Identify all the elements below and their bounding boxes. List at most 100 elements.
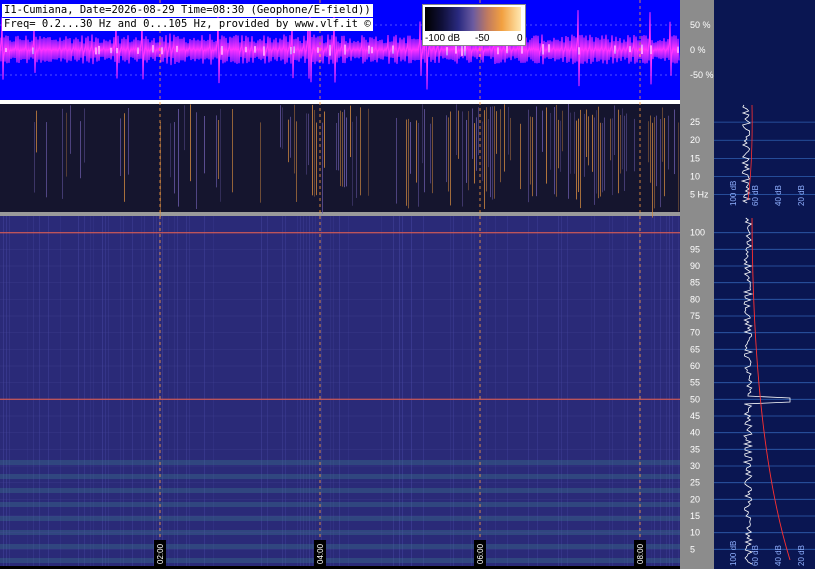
low-spectrogram-streak: [648, 121, 649, 163]
low-spectrogram-streak: [62, 108, 63, 199]
high-spectrogram-streak: [558, 216, 559, 566]
high-tick-label: 70: [690, 328, 700, 338]
high-spectrogram-streak: [669, 216, 670, 566]
high-spectrogram-streak: [453, 216, 454, 566]
low-spectrogram-streak: [482, 121, 483, 181]
high-tick-label: 5: [690, 544, 695, 554]
low-spectrogram-streak: [674, 109, 675, 175]
colorbar-min-label: -100 dB: [425, 33, 461, 44]
high-spectrogram-streak: [177, 216, 178, 566]
high-spectrogram-streak: [507, 216, 508, 566]
high-tick-label: 45: [690, 411, 700, 421]
high-spectrogram-streak: [267, 216, 268, 566]
high-tick-label: 95: [690, 244, 700, 254]
low-spectrogram-streak: [178, 109, 179, 207]
low-tick-label: 5 Hz: [690, 190, 709, 200]
low-spectrogram-streak: [614, 105, 615, 156]
low-spectrogram-streak: [650, 115, 651, 183]
low-spectrogram-streak: [350, 105, 351, 158]
high-spectrogram-streak: [39, 216, 40, 566]
low-spectrogram-streak: [468, 111, 469, 191]
low-spectrogram-streak: [490, 106, 491, 198]
high-spectrogram-streak: [612, 216, 613, 566]
panel-separator: [0, 212, 680, 216]
low-spectrogram-streak: [70, 105, 71, 154]
high-spectrogram-streak: [348, 216, 349, 566]
low-spectrogram-streak: [576, 120, 577, 200]
low-spectrogram-streak: [288, 119, 289, 163]
high-spectrogram-streak: [381, 216, 382, 566]
high-spectrogram-streak: [411, 216, 412, 566]
low-spectrogram-streak: [612, 118, 613, 196]
low-spectrogram-streak: [432, 116, 433, 194]
colorbar-max-label: 0: [517, 33, 523, 44]
low-spectrogram-streak: [314, 109, 315, 197]
low-spectrogram-streak: [456, 104, 457, 156]
low-spectrogram-streak: [344, 109, 345, 188]
low-spectrogram-streak: [340, 110, 341, 187]
low-spectrogram-streak: [622, 108, 623, 170]
high-spectrogram-streak: [339, 216, 340, 566]
high-spectrogram-streak: [105, 216, 106, 566]
low-spectrogram-streak: [624, 115, 625, 191]
low-spectrogram-streak: [546, 107, 547, 184]
high-tick-label: 20: [690, 494, 700, 504]
high-spectrogram-streak: [474, 216, 475, 566]
time-label: 02:00: [156, 543, 165, 564]
low-spectrogram-streak: [308, 113, 309, 166]
high-spectrogram-streak: [393, 216, 394, 566]
high-spectrogram-streak: [315, 216, 316, 566]
low-spectrogram-streak: [652, 122, 653, 218]
low-spectrogram-streak: [124, 113, 125, 202]
low-spectrogram-streak: [294, 104, 295, 174]
time-label: 08:00: [636, 543, 645, 564]
low-spectrogram-streak: [578, 118, 579, 193]
low-spectrogram-streak: [316, 122, 317, 196]
high-spectrogram-streak: [3, 216, 4, 566]
low-spectrogram-streak: [204, 115, 205, 174]
high-spectrogram-streak: [450, 216, 451, 566]
low-spectrogram-streak: [280, 105, 281, 148]
high-spectrogram-streak: [528, 216, 529, 566]
high-tick-label: 75: [690, 311, 700, 321]
high-spectrogram-streak: [189, 216, 190, 566]
low-spectrogram-streak: [528, 109, 529, 203]
spectrum-side-panel: [714, 0, 815, 569]
low-tick-label: 10: [690, 171, 700, 181]
low-spectrogram-streak: [584, 113, 585, 177]
high-tick-label: 10: [690, 528, 700, 538]
high-tick-label: 85: [690, 278, 700, 288]
low-spectrogram-streak: [656, 115, 657, 187]
low-spectrogram-streak: [396, 117, 397, 204]
low-spectrogram-streak: [626, 113, 627, 172]
high-spectrogram-streak: [108, 216, 109, 566]
low-spectrogram-streak: [324, 111, 325, 168]
low-spectrogram-streak: [476, 117, 477, 171]
low-spectrogram-streak: [352, 121, 353, 206]
low-spectrogram-streak: [466, 119, 467, 183]
high-spectrogram-streak: [333, 216, 334, 566]
high-spectrogram-streak: [156, 216, 157, 566]
high-spectrogram-streak: [651, 216, 652, 566]
low-spectrogram-streak: [562, 110, 563, 152]
high-spectrogram-streak: [306, 216, 307, 566]
low-frequency-band: [0, 544, 680, 549]
low-spectrogram-streak: [218, 120, 219, 180]
high-spectrogram-streak: [168, 216, 169, 566]
high-spectrogram-streak: [102, 216, 103, 566]
low-spectrogram-streak: [474, 123, 475, 184]
low-spectrogram-streak: [322, 122, 323, 214]
high-spectrogram-streak: [462, 216, 463, 566]
waveform-tick-label: 50 %: [690, 20, 711, 30]
time-label: 04:00: [316, 543, 325, 564]
high-tick-label: 80: [690, 294, 700, 304]
low-frequency-band: [0, 474, 680, 479]
low-spectrogram-streak: [570, 112, 571, 174]
low-spectrogram-streak: [588, 116, 589, 166]
high-tick-label: 65: [690, 344, 700, 354]
low-side-db-label: 20 dB: [797, 185, 806, 206]
low-spectrogram-streak: [446, 115, 447, 183]
high-spectrogram-streak: [174, 216, 175, 566]
low-spectrogram-streak: [600, 122, 601, 197]
high-spectrogram-streak: [561, 216, 562, 566]
